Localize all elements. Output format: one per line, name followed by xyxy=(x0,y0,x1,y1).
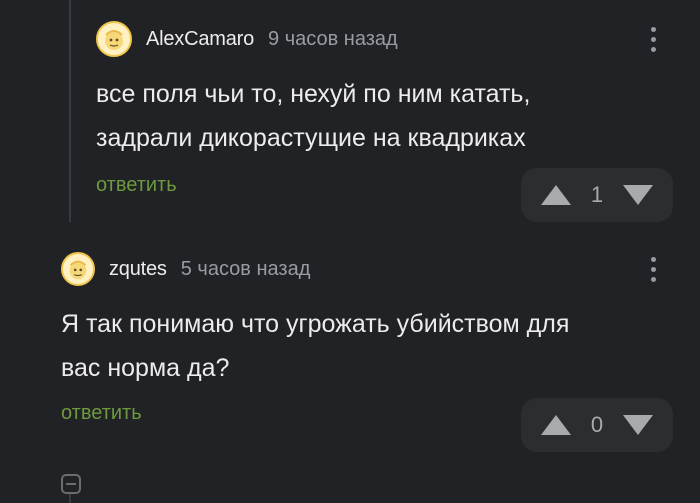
thread-line xyxy=(69,494,71,503)
avatar-icon xyxy=(105,30,123,50)
thread-line xyxy=(69,0,71,222)
comment: AlexCamaro 9 часов назад все поля чьи то… xyxy=(96,0,686,230)
avatar-icon xyxy=(69,260,87,280)
comment-text: все поля чьи то, нехуй по ним катать, за… xyxy=(96,72,656,160)
reply-button[interactable]: ответить xyxy=(61,402,142,425)
comment-time: 9 часов назад xyxy=(268,27,398,50)
comment-text-line: вас норма да? xyxy=(61,354,230,382)
comment-text: Я так понимаю что угрожать убийством для… xyxy=(61,302,661,390)
more-options-icon[interactable] xyxy=(641,252,665,286)
comment-header: AlexCamaro 9 часов назад xyxy=(96,19,398,59)
vote-score: 0 xyxy=(590,412,604,437)
comment: zqutes 5 часов назад Я так понимаю что у… xyxy=(61,240,686,462)
user-avatar[interactable] xyxy=(96,21,132,57)
comment-time: 5 часов назад xyxy=(180,257,311,280)
vote-score: 1 xyxy=(590,182,604,207)
downvote-icon[interactable] xyxy=(623,415,653,435)
username[interactable]: AlexCamaro xyxy=(146,28,254,51)
reply-button[interactable]: ответить xyxy=(96,174,177,197)
more-options-icon[interactable] xyxy=(641,22,665,56)
downvote-icon[interactable] xyxy=(623,185,653,205)
upvote-icon[interactable] xyxy=(541,185,571,205)
comment-text-line: задрали дикорастущие на квадриках xyxy=(96,124,526,152)
comment-text-line: Я так понимаю что угрожать убийством для xyxy=(61,310,570,338)
collapse-thread-icon[interactable] xyxy=(61,474,81,494)
upvote-icon[interactable] xyxy=(541,415,571,435)
vote-box: 0 xyxy=(521,398,673,452)
comment-text-line: все поля чьи то, нехуй по ним катать, xyxy=(96,80,531,108)
vote-box: 1 xyxy=(521,168,673,222)
username[interactable]: zqutes xyxy=(109,258,167,281)
comment-header: zqutes 5 часов назад xyxy=(61,249,310,289)
user-avatar[interactable] xyxy=(61,252,95,286)
